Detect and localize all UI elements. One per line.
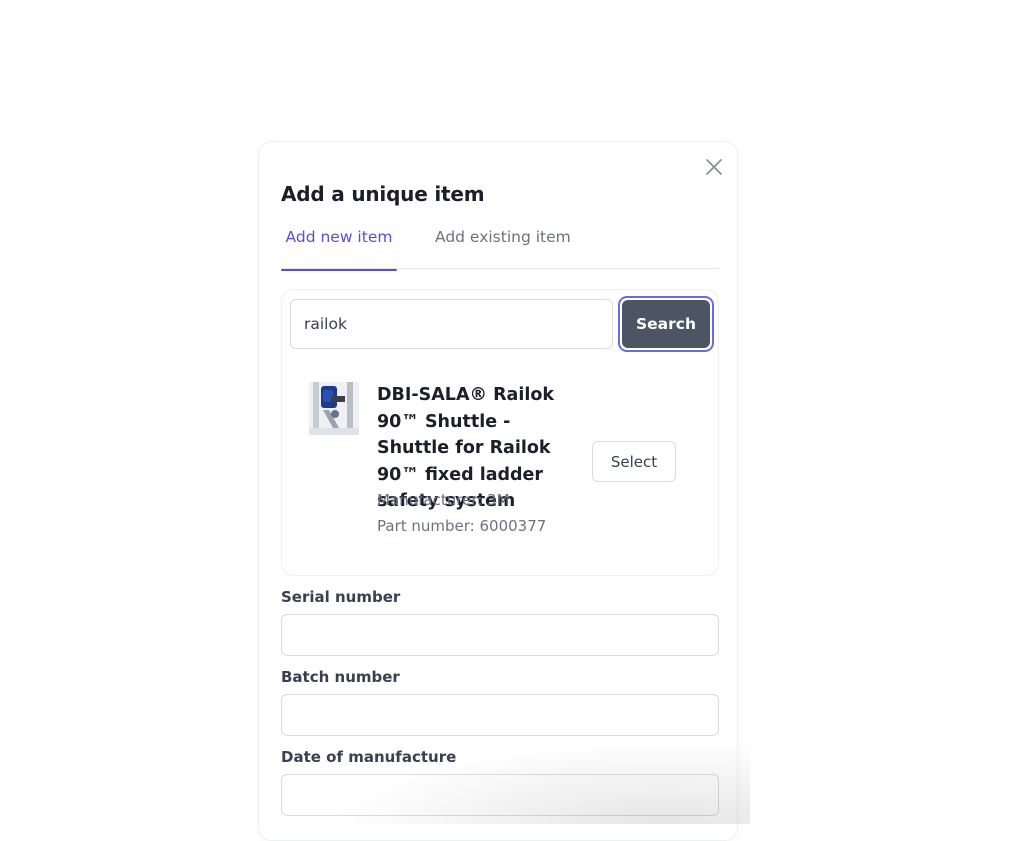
- search-panel: Search DBI-SALA® Railok 90™ Shuttle - Sh…: [281, 289, 719, 576]
- close-button[interactable]: [703, 156, 725, 178]
- date-of-manufacture-field[interactable]: [281, 774, 719, 816]
- product-thumbnail: [309, 382, 359, 435]
- search-button-label: Search: [622, 300, 710, 348]
- close-icon: [706, 159, 722, 175]
- batch-number-label: Batch number: [281, 668, 400, 686]
- select-button[interactable]: Select: [592, 441, 676, 482]
- batch-number-field[interactable]: [281, 694, 719, 736]
- tab-add-new-item[interactable]: Add new item: [281, 228, 397, 271]
- search-input[interactable]: [290, 299, 613, 349]
- serial-number-label: Serial number: [281, 588, 401, 606]
- date-of-manufacture-label: Date of manufacture: [281, 748, 457, 766]
- tab-bar: Add new item Add existing item: [281, 224, 719, 271]
- search-button[interactable]: Search: [618, 296, 714, 352]
- serial-number-field[interactable]: [281, 614, 719, 656]
- modal-title: Add a unique item: [281, 182, 485, 206]
- search-result-item: DBI-SALA® Railok 90™ Shuttle - Shuttle f…: [282, 370, 720, 540]
- product-part-number: Part number: 6000377: [377, 517, 547, 535]
- add-item-modal: Add a unique item Add new item Add exist…: [258, 141, 738, 841]
- tab-add-existing-item[interactable]: Add existing item: [435, 228, 571, 269]
- product-manufacturer: Manufacturer: 3M: [377, 491, 510, 509]
